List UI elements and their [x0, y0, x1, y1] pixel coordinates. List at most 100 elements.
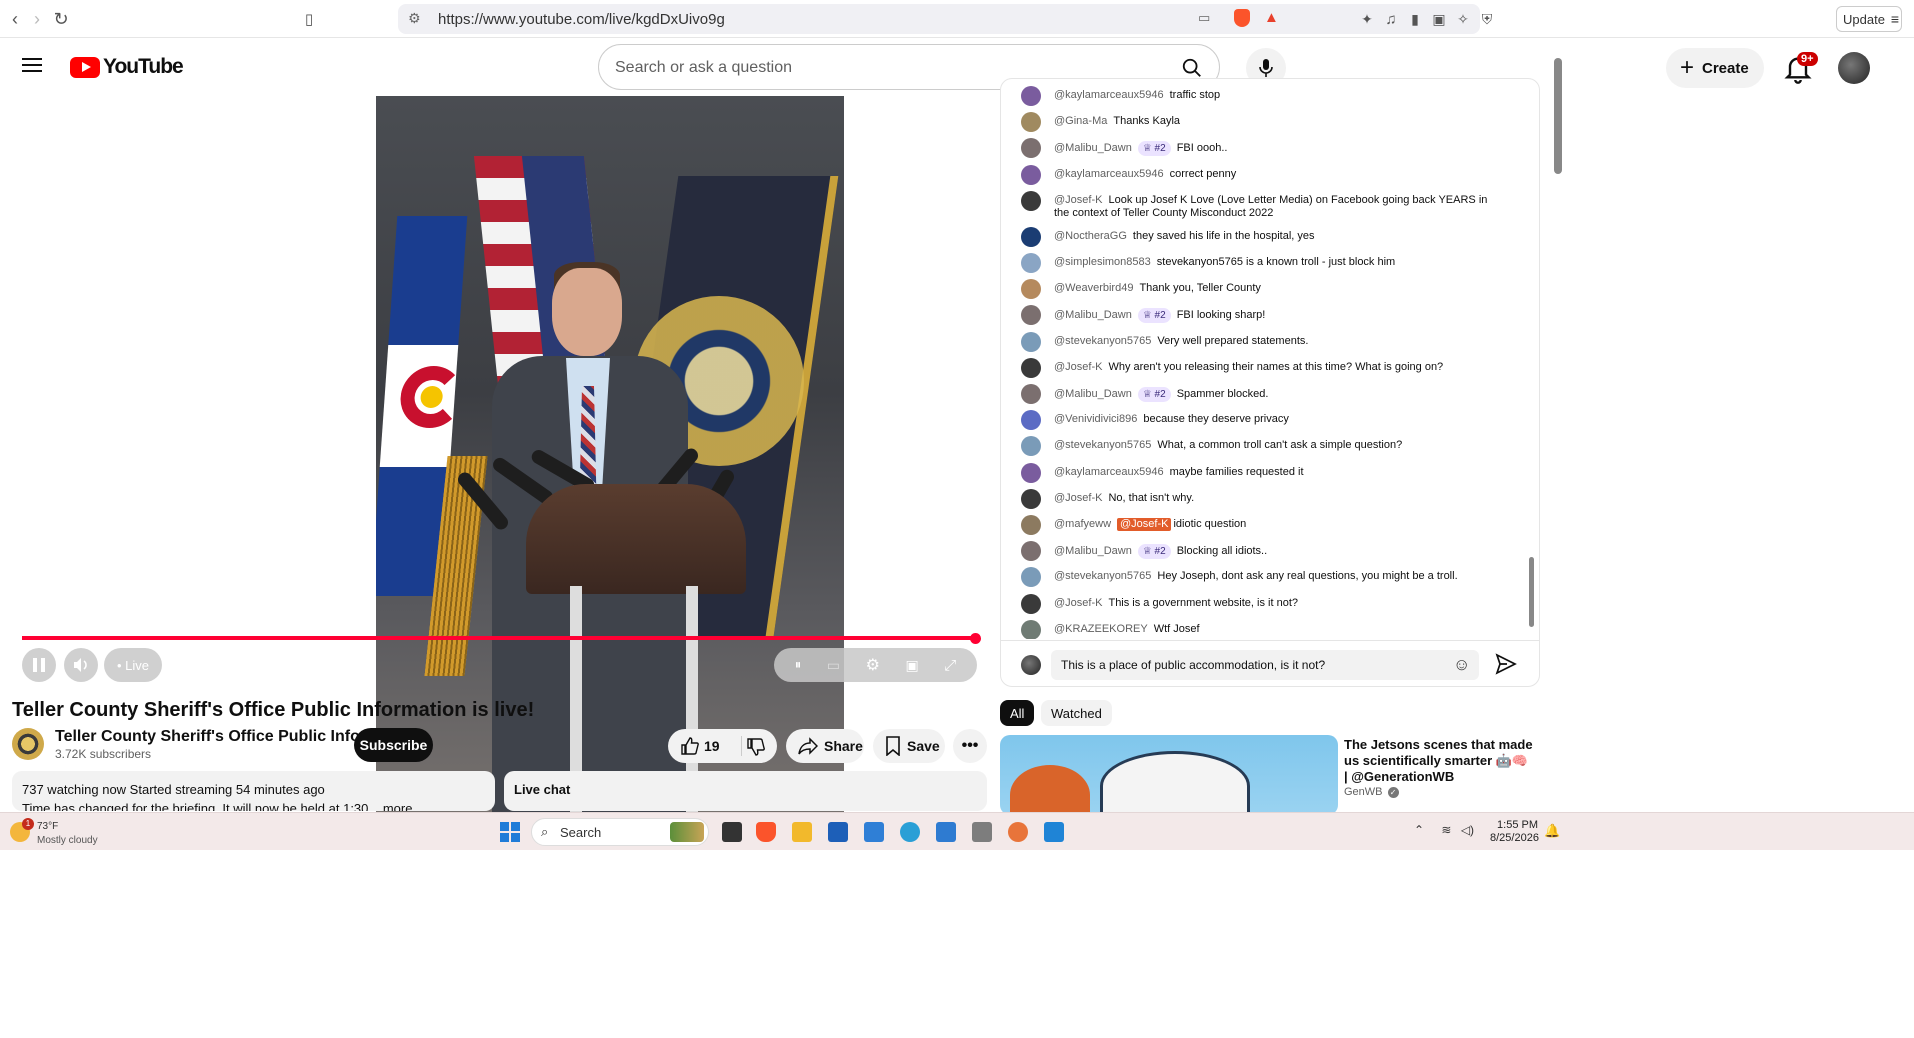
chat-author-name[interactable]: @kaylamarceaux5946: [1054, 466, 1164, 478]
address-bar[interactable]: ⚙ https://www.youtube.com/live/kgdDxUivo…: [398, 4, 1480, 34]
youtube-logo[interactable]: YouTube: [70, 55, 184, 79]
vpn-icon[interactable]: ⛨: [1476, 8, 1498, 30]
wallet-icon[interactable]: ▣: [1428, 8, 1450, 30]
dislike-icon[interactable]: [746, 737, 766, 757]
chat-author-avatar[interactable]: [1021, 593, 1041, 614]
autoplay-toggle-icon[interactable]: ⏸: [795, 657, 802, 673]
chat-author-name[interactable]: @Malibu_Dawn: [1054, 545, 1132, 557]
brave-browser-icon[interactable]: [756, 822, 776, 842]
chat-author-name[interactable]: @Venividivici896: [1054, 413, 1137, 425]
chat-author-avatar[interactable]: [1021, 253, 1041, 273]
powershell-icon[interactable]: [828, 822, 848, 842]
subscribe-button[interactable]: Subscribe: [354, 728, 433, 762]
chat-author-name[interactable]: @simplesimon8583: [1054, 256, 1151, 268]
chat-author-avatar[interactable]: [1021, 190, 1041, 211]
chat-author-name[interactable]: @Gina-Ma: [1054, 115, 1107, 127]
chat-author-avatar[interactable]: [1021, 279, 1041, 300]
notepad-icon[interactable]: [864, 822, 884, 842]
share-button[interactable]: Share: [786, 729, 864, 763]
more-actions-button[interactable]: •••: [953, 729, 987, 763]
chat-author-name[interactable]: @stevekanyon5765: [1054, 439, 1151, 451]
like-icon[interactable]: [680, 736, 700, 756]
chat-author-avatar[interactable]: [1021, 436, 1041, 457]
volume-button[interactable]: [64, 648, 98, 682]
chat-author-avatar[interactable]: [1021, 384, 1041, 404]
recommendation-channel[interactable]: GenWB ✓: [1344, 786, 1399, 798]
chat-author-avatar[interactable]: [1021, 541, 1041, 562]
chat-author-name[interactable]: @KRAZEEKOREY: [1054, 623, 1148, 635]
update-button[interactable]: Update ≡: [1836, 6, 1902, 32]
chat-author-name[interactable]: @Malibu_Dawn: [1054, 388, 1132, 400]
site-settings-icon[interactable]: ⚙: [408, 10, 421, 27]
chat-author-name[interactable]: @kaylamarceaux5946: [1054, 168, 1164, 180]
chat-author-avatar[interactable]: [1021, 112, 1041, 133]
save-button[interactable]: Save: [873, 729, 945, 763]
chat-message-input[interactable]: This is a place of public accommodation,…: [1051, 650, 1479, 680]
guide-menu-button[interactable]: [22, 54, 48, 80]
create-button[interactable]: + Create: [1666, 48, 1764, 88]
brave-rewards-icon[interactable]: ▲: [1264, 9, 1279, 26]
filter-chip-watched[interactable]: Watched: [1041, 700, 1112, 726]
browser-globe-icon[interactable]: [900, 822, 920, 842]
chat-author-avatar[interactable]: [1021, 305, 1041, 326]
live-chat-toggle[interactable]: Live chat: [504, 771, 987, 811]
chat-author-avatar[interactable]: [1021, 164, 1041, 185]
back-icon[interactable]: ‹: [4, 8, 26, 30]
extensions-icon[interactable]: ✦: [1356, 8, 1378, 30]
chat-author-avatar[interactable]: [1021, 331, 1041, 352]
chat-author-name[interactable]: @Weaverbird49: [1054, 282, 1133, 294]
windows-start-icon[interactable]: [500, 822, 520, 842]
pause-button[interactable]: [22, 648, 56, 682]
chat-author-name[interactable]: @stevekanyon5765: [1054, 570, 1151, 582]
chat-author-avatar[interactable]: [1021, 86, 1041, 106]
bookmark-icon[interactable]: ▯: [298, 8, 320, 30]
live-indicator[interactable]: • Live: [104, 648, 162, 682]
chat-author-name[interactable]: @kaylamarceaux5946: [1054, 89, 1164, 101]
pen-tool-icon[interactable]: [972, 822, 992, 842]
chat-author-name[interactable]: @stevekanyon5765: [1054, 335, 1151, 347]
scrubber-handle[interactable]: [970, 633, 981, 644]
chat-author-name[interactable]: @Josef-K: [1054, 194, 1102, 206]
taskbar-search[interactable]: ⌕ Search: [531, 818, 709, 846]
tray-chevron-icon[interactable]: ⌃: [1414, 823, 1424, 837]
chat-mention[interactable]: @Josef-K: [1117, 518, 1172, 531]
recommendation-title[interactable]: The Jetsons scenes that made us scientif…: [1344, 737, 1534, 785]
speaker-icon[interactable]: ◁): [1461, 823, 1474, 837]
system-tray[interactable]: ⌃ ≋ ◁): [1414, 823, 1474, 837]
cast-icon[interactable]: ▭: [1198, 10, 1210, 26]
paint-icon[interactable]: [936, 822, 956, 842]
chat-author-name[interactable]: @mafyeww: [1054, 518, 1111, 530]
account-avatar[interactable]: [1838, 52, 1870, 84]
chat-author-name[interactable]: @NoctheraGG: [1054, 230, 1127, 242]
filter-chip-all[interactable]: All: [1000, 700, 1035, 726]
chat-author-name[interactable]: @Josef-K: [1054, 492, 1102, 504]
chat-author-avatar[interactable]: [1021, 619, 1041, 639]
settings-gear-icon[interactable]: ⚙: [866, 655, 880, 675]
sidebar-icon[interactable]: ▮: [1404, 8, 1426, 30]
reload-icon[interactable]: ↻: [50, 8, 72, 30]
brave-shield-icon[interactable]: [1234, 9, 1250, 27]
leo-ai-icon[interactable]: ✧: [1452, 8, 1474, 30]
chat-author-avatar[interactable]: [1021, 138, 1041, 159]
progress-bar[interactable]: [22, 636, 977, 640]
subtitles-icon[interactable]: ▭: [827, 657, 840, 674]
notification-center-icon[interactable]: 🔔: [1544, 823, 1560, 839]
claude-app-icon[interactable]: [1008, 822, 1028, 842]
chat-author-avatar[interactable]: [1021, 488, 1041, 509]
chat-author-name[interactable]: @Josef-K: [1054, 597, 1102, 609]
miniplayer-icon[interactable]: ▣: [905, 657, 918, 674]
recommendation-thumbnail[interactable]: [1000, 735, 1338, 815]
chat-author-name[interactable]: @Josef-K: [1054, 361, 1102, 373]
chat-message-list[interactable]: @kaylamarceaux5946 traffic stop @Gina-Ma Th…: [1001, 79, 1531, 639]
wifi-icon[interactable]: ≋: [1441, 823, 1451, 837]
channel-avatar[interactable]: [12, 728, 44, 760]
chat-author-avatar[interactable]: [1021, 515, 1041, 535]
forward-icon[interactable]: ›: [26, 8, 48, 30]
chat-author-avatar[interactable]: [1021, 357, 1041, 378]
send-message-icon[interactable]: [1495, 653, 1517, 675]
fullscreen-icon[interactable]: ⤢: [944, 657, 956, 674]
chat-scrollbar[interactable]: [1529, 557, 1534, 627]
file-explorer-icon[interactable]: [792, 822, 812, 842]
chat-author-avatar[interactable]: [1021, 226, 1041, 247]
description-box[interactable]: 737 watching now Started streaming 54 mi…: [12, 771, 495, 811]
